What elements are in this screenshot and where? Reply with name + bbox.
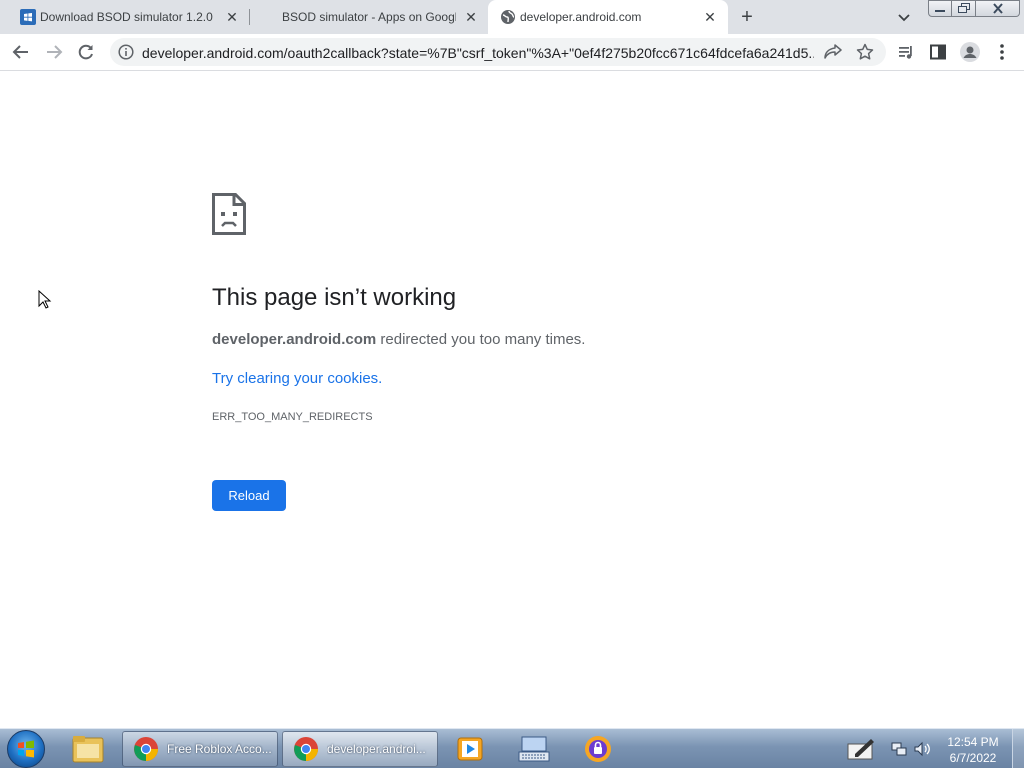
reload-icon[interactable] bbox=[76, 42, 96, 62]
close-tab-icon[interactable]: ✕ bbox=[463, 9, 479, 25]
site-info-icon[interactable] bbox=[118, 44, 134, 60]
restore-button[interactable] bbox=[952, 0, 976, 17]
explorer-taskbar-icon[interactable] bbox=[64, 731, 112, 767]
error-title: This page isn’t working bbox=[212, 284, 457, 311]
forward-button[interactable] bbox=[44, 42, 64, 62]
error-code: ERR_TOO_MANY_REDIRECTS bbox=[212, 411, 373, 423]
taskbar-button-label: Free Roblox Acco... bbox=[167, 742, 272, 756]
system-clock[interactable]: 12:54 PM 6/7/2022 bbox=[940, 734, 1006, 766]
window-controls bbox=[928, 0, 1020, 18]
vpn-app-taskbar-icon[interactable] bbox=[574, 731, 622, 767]
tab-title: BSOD simulator - Apps on Google Play bbox=[282, 10, 456, 24]
side-panel-icon[interactable] bbox=[928, 42, 948, 62]
taskbar-button-chrome-developer[interactable]: developer.androi... bbox=[282, 731, 438, 767]
tab-bsod-play[interactable]: BSOD simulator - Apps on Google Play ✕ bbox=[250, 0, 486, 34]
taskbar: Free Roblox Acco... developer.androi... … bbox=[0, 728, 1024, 768]
clock-date: 6/7/2022 bbox=[949, 751, 997, 765]
pen-input-tray-icon[interactable] bbox=[846, 729, 880, 768]
close-window-button[interactable] bbox=[976, 0, 1020, 17]
tab-strip: Download BSOD simulator 1.2.0 ✕ BSOD sim… bbox=[0, 0, 1024, 34]
menu-kebab-icon[interactable] bbox=[992, 42, 1012, 62]
clock-time: 12:54 PM bbox=[947, 735, 999, 749]
media-controls-icon[interactable] bbox=[896, 42, 916, 62]
media-player-taskbar-icon[interactable] bbox=[446, 731, 494, 767]
bookmark-star-icon[interactable] bbox=[856, 43, 874, 61]
share-icon[interactable] bbox=[824, 44, 842, 60]
mouse-cursor-icon bbox=[38, 289, 52, 310]
address-bar[interactable]: developer.android.com/oauth2callback?sta… bbox=[110, 38, 886, 66]
windows-favicon-icon bbox=[20, 9, 36, 25]
profile-avatar-icon[interactable] bbox=[960, 42, 980, 62]
tab-title: developer.android.com bbox=[520, 10, 642, 24]
taskbar-button-chrome-roblox[interactable]: Free Roblox Acco... bbox=[122, 731, 278, 767]
volume-tray-icon[interactable] bbox=[912, 729, 932, 768]
error-summary-text: redirected you too many times. bbox=[376, 331, 586, 348]
error-host: developer.android.com bbox=[212, 331, 377, 348]
chrome-icon bbox=[134, 737, 158, 761]
tab-developer-android[interactable]: developer.android.com ✕ bbox=[488, 0, 728, 34]
globe-favicon-icon bbox=[500, 9, 516, 25]
close-tab-icon[interactable]: ✕ bbox=[224, 9, 240, 25]
error-summary: developer.android.com redirected you too… bbox=[212, 331, 585, 348]
reload-button[interactable]: Reload bbox=[212, 480, 286, 511]
tab-title: Download BSOD simulator 1.2.0 bbox=[40, 10, 213, 24]
taskbar-button-label: developer.androi... bbox=[327, 742, 426, 756]
network-tray-icon[interactable] bbox=[890, 729, 908, 768]
new-tab-button[interactable]: + bbox=[737, 7, 757, 27]
sad-page-icon bbox=[212, 193, 246, 235]
start-button[interactable] bbox=[7, 730, 45, 768]
close-tab-icon[interactable]: ✕ bbox=[702, 9, 718, 25]
clear-cookies-link[interactable]: Try clearing your cookies. bbox=[212, 370, 382, 387]
show-desktop-button[interactable] bbox=[1012, 729, 1024, 768]
browser-toolbar: developer.android.com/oauth2callback?sta… bbox=[0, 34, 1024, 71]
minimize-button[interactable] bbox=[928, 0, 952, 17]
play-favicon-icon bbox=[260, 9, 276, 25]
url-text: developer.android.com/oauth2callback?sta… bbox=[142, 45, 814, 61]
on-screen-keyboard-taskbar-icon[interactable] bbox=[510, 731, 558, 767]
chrome-icon bbox=[294, 737, 318, 761]
tab-search-chevron-icon[interactable] bbox=[896, 9, 912, 25]
back-button[interactable] bbox=[11, 42, 31, 62]
tab-download-bsod[interactable]: Download BSOD simulator 1.2.0 ✕ bbox=[8, 0, 248, 34]
